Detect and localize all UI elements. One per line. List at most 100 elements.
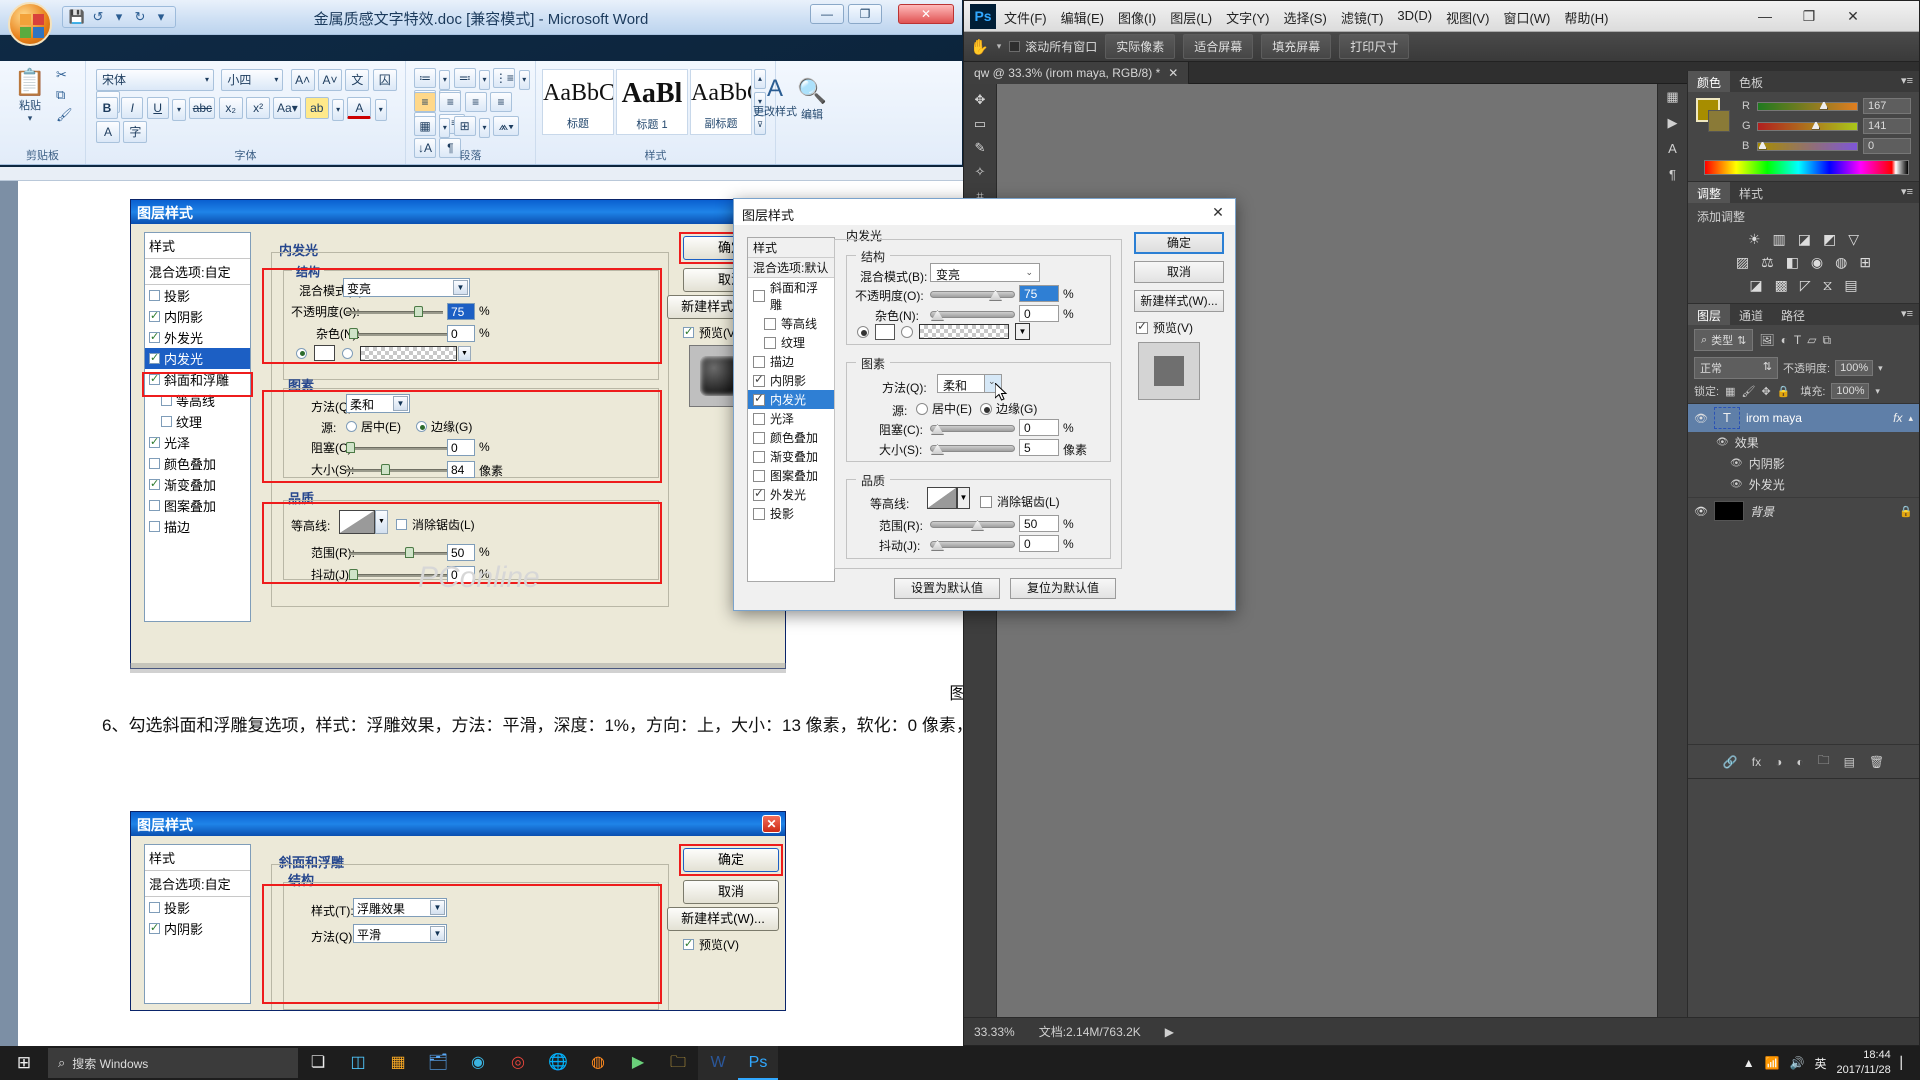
checkbox[interactable] (149, 309, 160, 322)
style-row-satin[interactable]: 光泽 (145, 432, 250, 453)
filter-type-icon[interactable]: T (1794, 333, 1801, 347)
glow-color-radio[interactable] (857, 325, 869, 338)
chevron-down-icon[interactable]: ▾ (1878, 363, 1883, 374)
posterize-icon[interactable]: ▩ (1775, 277, 1788, 294)
layer-row-inner-shadow[interactable]: 👁 内阴影 (1688, 453, 1919, 474)
subscript-icon[interactable]: x₂ (218, 97, 243, 119)
slider-thumb[interactable] (346, 442, 355, 453)
style-item-subtitle[interactable]: AaBbC 副标题 (690, 69, 752, 135)
layer-name[interactable]: 背景 (1750, 503, 1893, 520)
checkbox[interactable] (149, 458, 160, 469)
tab-channels[interactable]: 通道 (1730, 304, 1772, 325)
ie-icon[interactable]: 🌐 (538, 1046, 578, 1080)
technique-combo[interactable]: 柔和 ▼ (346, 394, 410, 413)
add-mask-icon[interactable]: ◑ (1775, 755, 1782, 769)
cut-icon[interactable]: ✂ (56, 67, 73, 83)
gradient-map-icon[interactable]: ▤ (1844, 277, 1857, 294)
brightness-icon[interactable]: ☀ (1748, 231, 1761, 248)
style-row-drop-shadow[interactable]: 投影 (748, 504, 834, 523)
checkbox[interactable] (149, 521, 160, 532)
source-center-radio[interactable] (916, 402, 928, 415)
media-icon[interactable]: ▶ (618, 1046, 658, 1080)
new-adjustment-icon[interactable]: ◐ (1796, 755, 1803, 769)
shading-dropdown-icon[interactable]: ▾ (439, 118, 451, 138)
glow-gradient-radio[interactable] (342, 347, 353, 359)
filter-shape-icon[interactable]: ▱ (1807, 333, 1816, 347)
menu-window[interactable]: 窗口(W) (1503, 8, 1550, 27)
layer-fx-icon[interactable]: fx (1893, 411, 1902, 425)
scroll-all-windows-checkbox[interactable] (1009, 41, 1021, 52)
vibrance-icon[interactable]: ▽ (1848, 231, 1859, 248)
source-center-option[interactable]: 居中(E) (916, 400, 972, 417)
choke-slider[interactable] (930, 424, 1015, 435)
ps-minimize-button[interactable]: — (1743, 1, 1787, 31)
style-row-inner-shadow[interactable]: 内阴影 (748, 371, 834, 390)
ps-maximize-button[interactable]: ❐ (1787, 1, 1831, 31)
style-item-title[interactable]: AaBbC 标题 (542, 69, 614, 135)
channel-mixer-icon[interactable]: ◍ (1835, 254, 1847, 271)
tab-swatches[interactable]: 色板 (1730, 71, 1772, 92)
style-row-outer-glow[interactable]: 外发光 (145, 327, 250, 348)
choke-field[interactable]: 0 (447, 439, 475, 456)
document-tab[interactable]: qw @ 33.3% (irom maya, RGB/8) * ✕ (964, 61, 1190, 84)
style-list[interactable]: 样式 混合选项:自定 投影 内阴影 (144, 844, 251, 1004)
style-row-inner-glow[interactable]: 内发光 (748, 390, 834, 409)
panel-menu-icon[interactable]: ▾≡ (1895, 304, 1919, 325)
chevron-down-icon[interactable]: ▼ (957, 487, 970, 509)
checkbox[interactable] (764, 336, 776, 349)
style-list[interactable]: 样式 混合选项:自定 投影 内阴影 外发光 内发光 斜面和浮雕 等高线 纹理 光… (144, 232, 251, 622)
editing-icon[interactable]: 🔍 (790, 77, 834, 106)
folder-icon[interactable]: 🗀 (658, 1046, 698, 1080)
show-desktop-button[interactable]: ▏ (1901, 1056, 1910, 1070)
menu-help[interactable]: 帮助(H) (1564, 8, 1608, 27)
glow-gradient-radio[interactable] (901, 325, 913, 338)
numbering-icon[interactable]: ≕ (453, 68, 476, 88)
checkbox[interactable] (753, 469, 765, 482)
lasso-tool[interactable]: ✎ (964, 136, 996, 160)
contour-preview[interactable] (927, 487, 957, 509)
checkbox[interactable] (753, 290, 765, 302)
paste-icon[interactable]: 📋 (8, 69, 52, 95)
style-row-texture[interactable]: 纹理 (145, 411, 250, 432)
channel-value-g[interactable]: 141 (1863, 118, 1911, 134)
dialog-titlebar[interactable]: 图层样式 ✕ (131, 812, 785, 836)
checkbox[interactable] (753, 486, 765, 501)
dialog-titlebar[interactable]: 图层样式 ✕ (734, 199, 1235, 225)
history-icon[interactable]: ▶ (1658, 110, 1687, 136)
glow-color-swatch[interactable] (875, 323, 895, 340)
borders-icon[interactable]: ⊞ (453, 116, 476, 136)
print-size-button[interactable]: 打印尺寸 (1339, 34, 1410, 59)
opacity-slider[interactable] (930, 290, 1015, 301)
preview-checkbox[interactable] (683, 325, 694, 338)
quick-select-tool[interactable]: ✧ (964, 160, 996, 184)
slider-thumb[interactable] (349, 569, 358, 580)
blend-mode-combo[interactable]: 变亮 ⌄ (930, 263, 1040, 282)
office-orb-button[interactable] (8, 2, 52, 46)
source-edge-radio[interactable] (980, 402, 992, 415)
background-color-swatch[interactable] (1708, 110, 1730, 132)
lock-all-icon[interactable]: 🔒 (1777, 385, 1791, 398)
checkbox[interactable] (161, 395, 172, 406)
text-effects-paragraph-icon[interactable]: ⩕▾ (493, 116, 520, 136)
tab-color[interactable]: 颜色 (1688, 71, 1731, 92)
word-minimize-button[interactable]: — (810, 4, 844, 24)
size-field[interactable]: 84 (447, 461, 475, 478)
layer-style-dialog-figure5[interactable]: 图层样式 ✕ 样式 混合选项:自定 投影 内阴影 外发光 内发光 斜面和浮雕 等… (130, 199, 786, 669)
menu-select[interactable]: 选择(S) (1283, 8, 1326, 27)
checkbox[interactable] (161, 416, 172, 427)
shrink-font-icon[interactable]: A˅ (318, 69, 343, 91)
preview-option[interactable]: 预览(V) (1136, 319, 1193, 336)
noise-field[interactable]: 0 (447, 325, 475, 342)
style-row-drop-shadow[interactable]: 投影 (145, 897, 250, 918)
volume-icon[interactable]: 🔊 (1790, 1056, 1805, 1070)
font-color-icon[interactable]: A (347, 97, 372, 119)
eye-icon[interactable]: 👁 (1730, 479, 1743, 490)
checkbox[interactable] (753, 450, 765, 463)
bold-icon[interactable]: B (96, 97, 118, 119)
style-row-color-overlay[interactable]: 颜色叠加 (145, 453, 250, 474)
style-row-gradient-overlay[interactable]: 渐变叠加 (748, 447, 834, 466)
copy-icon[interactable]: ⧉ (56, 87, 73, 103)
size-slider[interactable] (930, 444, 1015, 455)
font-color-dropdown-icon[interactable]: ▾ (374, 99, 387, 121)
checkbox[interactable] (753, 507, 765, 520)
